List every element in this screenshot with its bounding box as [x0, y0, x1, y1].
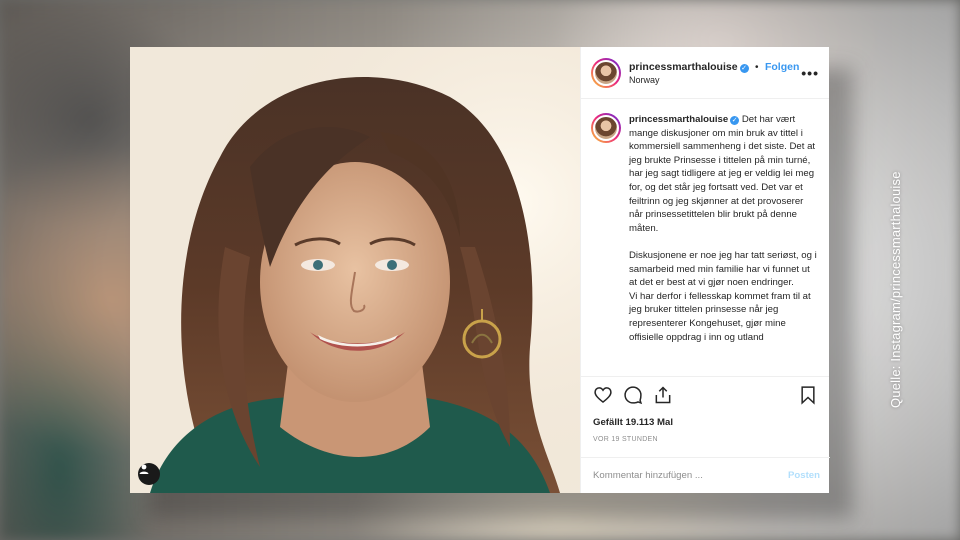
- header-username[interactable]: princessmarthalouise: [629, 61, 738, 73]
- caption-avatar[interactable]: [591, 113, 621, 143]
- location-link[interactable]: Norway: [629, 74, 801, 87]
- post-photo[interactable]: [130, 47, 580, 493]
- share-icon[interactable]: [653, 385, 673, 410]
- verified-badge-icon: ✓: [739, 63, 749, 73]
- caption-paragraph-3: Vi har derfor i fellesskap kommet fram t…: [629, 290, 811, 343]
- action-icons: [593, 385, 817, 409]
- source-credit: Quelle: Instagram/princessmarthalouise: [888, 171, 903, 408]
- instagram-post: princessmarthalouise ✓ • Folgen Norway ••…: [130, 47, 830, 493]
- post-timestamp: VOR 19 STUNDEN: [593, 436, 658, 443]
- post-sidebar: princessmarthalouise ✓ • Folgen Norway ••…: [580, 47, 830, 493]
- follow-button[interactable]: Folgen: [765, 61, 799, 73]
- comment-icon[interactable]: [623, 385, 643, 410]
- likes-count[interactable]: Gefällt 19.113 Mal: [593, 417, 817, 428]
- separator: •: [755, 61, 759, 73]
- caption-paragraph-2: Diskusjonene er noe jeg har tatt seriøst…: [629, 249, 817, 289]
- portrait-illustration: [130, 47, 580, 493]
- add-comment-bar: Posten: [581, 457, 830, 493]
- bookmark-icon[interactable]: [799, 385, 817, 410]
- header-info: princessmarthalouise ✓ • Folgen Norway: [629, 59, 801, 87]
- post-comment-button[interactable]: Posten: [788, 470, 820, 481]
- caption-area: princessmarthalouise ✓ Det har vært mange…: [581, 99, 829, 376]
- more-options-icon[interactable]: •••: [801, 65, 819, 81]
- avatar[interactable]: [591, 57, 621, 88]
- heart-icon[interactable]: [593, 385, 613, 410]
- verified-badge-icon: ✓: [730, 116, 740, 125]
- user-tag-icon[interactable]: [138, 463, 160, 485]
- post-header: princessmarthalouise ✓ • Folgen Norway ••…: [581, 47, 829, 99]
- caption-text: princessmarthalouise ✓ Det har vært mange…: [629, 113, 819, 376]
- caption-username[interactable]: princessmarthalouise: [629, 114, 728, 125]
- comment-input[interactable]: [593, 470, 788, 481]
- caption-paragraph-1: Det har vært mange diskusjoner om min br…: [629, 114, 816, 234]
